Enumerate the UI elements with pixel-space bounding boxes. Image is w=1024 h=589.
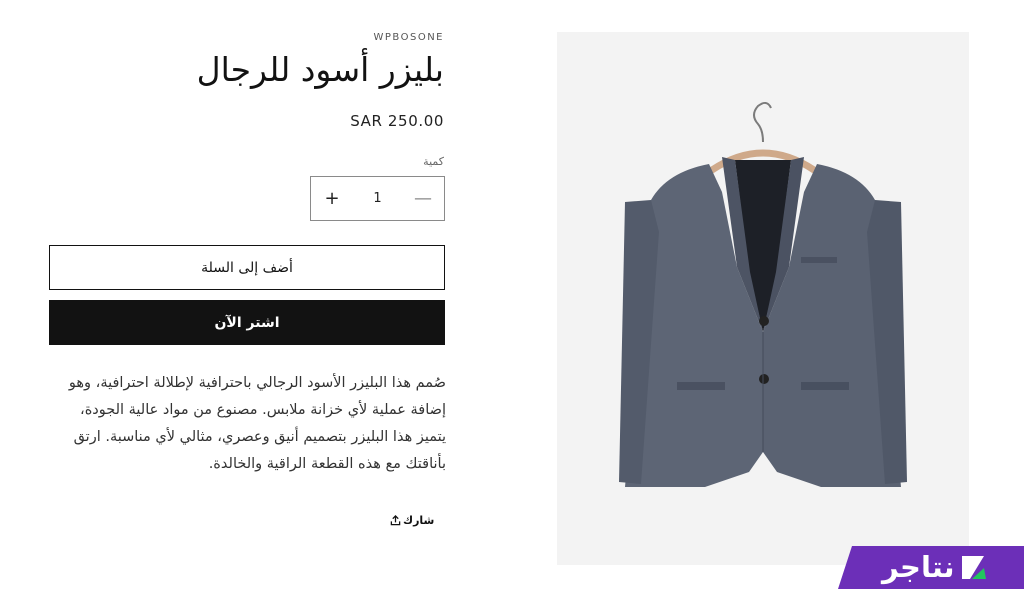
product-vendor: WPBOSONE: [373, 32, 444, 43]
buy-now-button[interactable]: اشتر الآن: [49, 300, 445, 345]
minus-icon: —: [414, 188, 432, 209]
quantity-input[interactable]: 1: [353, 191, 402, 206]
brand-name: نتاجر: [882, 550, 955, 584]
share-label: شارك: [403, 514, 435, 527]
quantity-stepper: + 1 —: [310, 176, 445, 221]
product-title: بليزر أسود للرجال: [196, 50, 444, 89]
share-button[interactable]: شارك: [390, 514, 434, 527]
blazer-image: [619, 102, 907, 487]
add-to-cart-button[interactable]: أضف إلى السلة: [49, 245, 445, 290]
decrease-quantity-button[interactable]: —: [402, 177, 444, 220]
plus-icon: +: [324, 188, 340, 209]
product-image[interactable]: [557, 32, 969, 565]
share-icon: [390, 515, 401, 526]
product-price: SAR 250.00: [350, 112, 444, 130]
increase-quantity-button[interactable]: +: [311, 177, 353, 220]
quantity-label: كمية: [423, 155, 444, 168]
product-description: صُمم هذا البليزر الأسود الرجالي باحترافي…: [68, 375, 446, 472]
